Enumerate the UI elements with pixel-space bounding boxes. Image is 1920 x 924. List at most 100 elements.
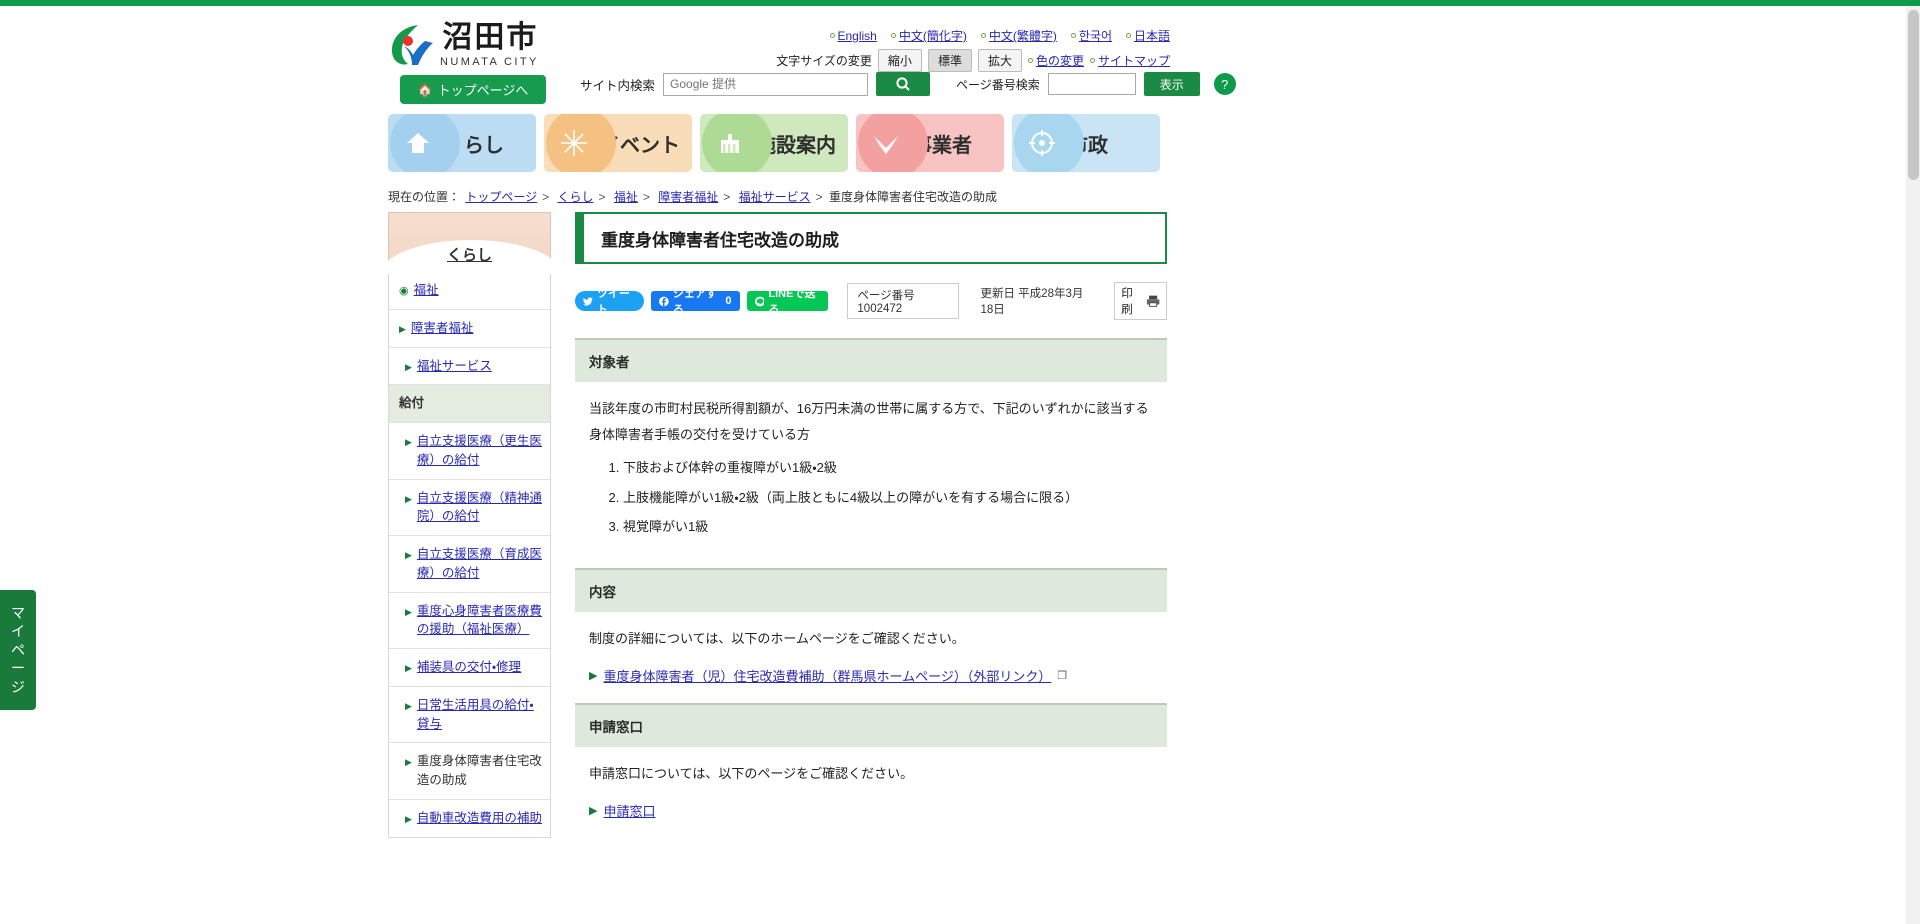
sidebar-item-seishin-tsuin[interactable]: ▶ 自立支援医療（精神通院）の給付 [389,480,550,536]
list-item: 下肢および体幹の重複障がい1級・2級 [623,456,1153,481]
sidebar-item-fukushi-service[interactable]: ▶ 福祉サービス [389,348,550,386]
sidebar-item-label[interactable]: 自動車改造費用の補助 [417,809,542,828]
lang-chinese-traditional[interactable]: 中文(繁體字) [980,27,1057,44]
lang-label[interactable]: 中文(簡化字) [899,27,967,44]
home-icon [398,123,438,163]
sidebar-item-label[interactable]: 福祉 [414,281,439,300]
triangle-icon: ▶ [589,670,598,683]
sidebar-item-label[interactable]: 自立支援医療（更生医療）の給付 [417,432,542,470]
site-logo[interactable]: 沼田市 NUMATA CITY 🏠 トップページへ [388,22,558,104]
lang-english[interactable]: English [829,27,877,44]
line-share-button[interactable]: LINEで送る [746,288,829,316]
show-button[interactable]: 表示 [1143,72,1200,96]
section-heading-taishosha: 対象者 [575,338,1167,382]
triangle-icon: ▶ [399,323,406,334]
sidebar-heading-label: くらし [446,247,492,264]
tweet-button[interactable]: ツイート [575,288,645,316]
search-input[interactable] [663,72,869,96]
color-change-label[interactable]: 色の変更 [1036,52,1084,69]
sidebar-item-fukushi[interactable]: ◉ 福祉 [389,272,550,310]
sidebar-item-label[interactable]: 自立支援医療（育成医療）の給付 [417,545,542,583]
facebook-icon [659,296,669,306]
color-change-link[interactable]: 色の変更 [1027,52,1084,69]
sitemap-link[interactable]: サイトマップ [1089,52,1170,69]
city-emblem-icon [388,22,434,68]
page-title-box: 重度身体障害者住宅改造の助成 [575,212,1167,264]
application-window-link[interactable]: 申請窓口 [603,801,655,820]
sidebar-item-label[interactable]: 福祉サービス [417,357,492,376]
gnav-kurashi[interactable]: くらし [388,114,536,172]
gnav-event[interactable]: イベント [544,114,692,172]
facebook-share-button[interactable]: シェアする 0 [651,288,740,316]
facebook-share-label: シェアする [672,288,717,316]
text-size-normal-button[interactable]: 標準 [927,49,972,72]
line-icon [754,296,765,306]
language-links: English 中文(簡化字) 中文(繁體字) 한국어 日本語 [829,27,1170,44]
help-icon[interactable]: ? [1213,73,1236,95]
page-number-search-label: ページ番号検索 [956,77,1040,92]
text-size-label: 文字サイズの変更 [776,54,872,68]
text-size-controls: 文字サイズの変更 縮小 標準 拡大 色の変更 サイトマップ [776,49,1170,72]
sidebar-item-jutaku-kaizo: ▶ 重度身体障害者住宅改造の助成 [389,743,550,800]
triangle-icon: ▶ [405,550,412,560]
sidebar-item-label[interactable]: 日常生活用具の給付・貸与 [417,696,542,734]
print-button[interactable]: 印刷 [1114,282,1167,320]
sidebar-item-label[interactable]: 自立支援医療（精神通院）の給付 [417,489,542,527]
sidebar-item-label[interactable]: 重度心身障害者医療費の援助（福祉医療） [417,602,542,640]
text-size-small-button[interactable]: 縮小 [877,49,922,72]
sidebar-item-shogaisha-fukushi[interactable]: ▶ 障害者福祉 [389,310,550,348]
gnav-business[interactable]: 事業者 [856,114,1004,172]
search-button[interactable] [876,72,931,96]
gnav-facilities[interactable]: 施設案内 [700,114,848,172]
updated-date: 更新日 平成28年3月18日 [980,285,1095,317]
sidebar-item-judo-shinshin[interactable]: ▶ 重度心身障害者医療費の援助（福祉医療） [389,593,550,649]
search-label: サイト内検索 [580,78,656,93]
target-icon [1022,123,1062,163]
section-body-taishosha: 当該年度の市町村民税所得割額が、16万円未満の世帯に属する方で、下記のいずれかに… [575,382,1167,550]
lang-japanese[interactable]: 日本語 [1125,27,1170,44]
lang-label[interactable]: 한국어 [1079,27,1112,44]
bird-icon [866,123,906,163]
sidebar-item-label[interactable]: 補装具の交付・修理 [417,658,521,677]
list-item: 視覚障がい1級 [623,515,1153,540]
application-link-row[interactable]: ▶ 申請窓口 [575,801,1167,820]
bullet-icon: ◉ [399,285,409,297]
breadcrumb-item-fukushi[interactable]: 福祉 [614,190,638,204]
page-scrollbar[interactable] [1906,6,1920,924]
sidebar-item-nichijo-yogu[interactable]: ▶ 日常生活用具の給付・貸与 [389,687,550,744]
sidebar-item-jidosha-kaizo[interactable]: ▶ 自動車改造費用の補助 [389,800,550,837]
external-link-row[interactable]: ▶ 重度身体障害者（児）住宅改造費補助（群馬県ホームページ）（外部リンク） ❐ [575,666,1167,685]
external-link[interactable]: 重度身体障害者（児）住宅改造費補助（群馬県ホームページ）（外部リンク） [603,666,1051,685]
section-body-madoguchi: 申請窓口については、以下のページをご確認ください。 [575,747,1167,791]
lang-chinese-simplified[interactable]: 中文(簡化字) [890,27,967,44]
breadcrumb-item-service[interactable]: 福祉サービス [739,190,811,204]
bullet-icon [1089,58,1095,63]
section-paragraph: 当該年度の市町村民税所得割額が、16万円未満の世帯に属する方で、下記のいずれかに… [589,401,1149,442]
page-number-display: ページ番号1002472 [847,283,960,319]
breadcrumb-item-kurashi[interactable]: くらし [557,190,593,204]
breadcrumb-item-top[interactable]: トップページ [465,190,537,204]
scrollbar-thumb[interactable] [1908,10,1919,180]
triangle-icon: ▶ [405,813,412,824]
page-tools: ツイート シェアする 0 LINEで送る ページ番号1002472 更新日 平成… [575,282,1167,320]
lang-label[interactable]: 中文(繁體字) [989,27,1057,44]
breadcrumb-prefix: 現在の位置： [388,190,461,204]
page-number-input[interactable] [1047,73,1136,95]
breadcrumb-current: 重度身体障害者住宅改造の助成 [828,190,997,204]
sidebar-item-kosei-iryo[interactable]: ▶ 自立支援医療（更生医療）の給付 [389,423,550,480]
top-page-button[interactable]: 🏠 トップページへ [400,75,546,104]
lang-korean[interactable]: 한국어 [1070,27,1112,44]
lang-label[interactable]: 日本語 [1134,27,1170,44]
section-heading-naiyo: 内容 [575,568,1167,613]
home-icon: 🏠 [417,82,433,97]
breadcrumb-item-shogaisha[interactable]: 障害者福祉 [658,190,718,204]
sidebar-heading[interactable]: くらし [381,212,561,274]
mypage-tab[interactable]: マイページ [0,590,36,711]
sidebar-item-hosogu[interactable]: ▶ 補装具の交付・修理 [389,649,550,687]
gnav-city-administration[interactable]: 市政 [1012,114,1160,172]
sidebar-item-label[interactable]: 障害者福祉 [411,319,474,338]
lang-label[interactable]: English [838,29,877,43]
text-size-large-button[interactable]: 拡大 [977,49,1022,72]
sidebar-item-ikusei-iryo[interactable]: ▶ 自立支援医療（育成医療）の給付 [389,536,550,593]
sitemap-label[interactable]: サイトマップ [1098,52,1170,69]
